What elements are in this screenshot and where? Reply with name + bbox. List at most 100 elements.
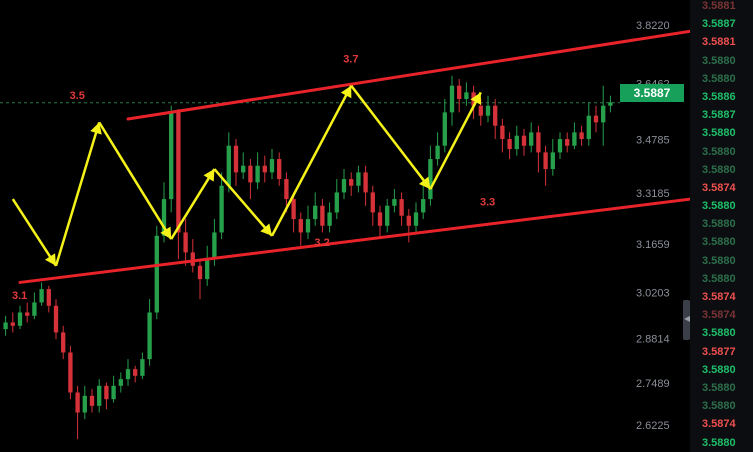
candle-body	[572, 132, 577, 146]
candle-body	[529, 132, 534, 146]
candle-body	[514, 135, 519, 150]
candle-body	[17, 312, 23, 326]
candle-body	[485, 105, 491, 116]
candle-body	[356, 172, 361, 186]
zigzag-segment	[11, 198, 58, 267]
candle-body	[298, 219, 303, 233]
trade-price-row: 3.5881	[702, 36, 736, 49]
candle-body	[442, 112, 447, 146]
trade-price-row: 3.5880	[702, 218, 736, 231]
candle-body	[349, 179, 354, 186]
upper-channel-trendline	[126, 20, 749, 121]
candle-body	[248, 165, 253, 183]
candle-body	[147, 312, 152, 360]
trade-price-row: 3.5880	[702, 272, 736, 285]
trade-price-row: 3.5874	[702, 181, 736, 194]
trade-price-row: 3.5880	[702, 163, 736, 176]
y-tick-label: 2.7489	[636, 378, 670, 390]
zigzag-segment	[270, 85, 353, 237]
trade-price-row: 3.5881	[702, 0, 736, 12]
candle-body	[507, 139, 512, 150]
candle-body	[97, 385, 102, 406]
trade-price-row: 3.5880	[702, 400, 736, 413]
y-tick-label: 3.8220	[636, 20, 670, 32]
trade-price-row: 3.5880	[702, 236, 736, 249]
candle-body	[601, 105, 606, 123]
candle-body	[550, 152, 555, 170]
price-annotation-label: 3.1	[12, 290, 27, 302]
candle-body	[255, 165, 260, 183]
zigzag-arrowhead	[418, 176, 431, 190]
candle-body	[75, 392, 80, 413]
candle-body	[219, 185, 224, 233]
y-tick-label: 2.8814	[636, 334, 670, 346]
candle-body	[428, 159, 433, 200]
candle-body	[313, 205, 318, 220]
candle-body	[320, 205, 325, 226]
price-chart[interactable]: 3.82203.64623.47853.31853.16593.02032.88…	[0, 0, 753, 452]
candle-body	[565, 139, 570, 146]
candle-body	[233, 145, 239, 173]
panel-collapse-handle[interactable]: ◀	[683, 300, 690, 340]
candle-body	[169, 112, 174, 200]
candle-body	[183, 232, 188, 253]
candle-body	[406, 215, 411, 226]
price-annotation-label: 3.5	[70, 90, 85, 102]
candle-body	[277, 159, 282, 180]
candle-body	[521, 135, 527, 146]
candle-body	[413, 212, 419, 226]
candle-body	[197, 265, 203, 280]
trade-price-row: 3.5874	[702, 309, 736, 322]
y-tick-label: 2.6225	[636, 420, 670, 432]
candle-body	[176, 112, 181, 233]
candle-body	[262, 165, 267, 173]
price-annotation-label: 3.7	[343, 53, 358, 65]
candle-body	[61, 332, 66, 353]
candle-body	[557, 139, 563, 153]
candle-body	[125, 369, 131, 380]
trade-price-row: 3.5880	[702, 72, 736, 85]
candle-body	[284, 179, 289, 200]
trade-price-row: 3.5880	[702, 54, 736, 67]
lower-channel-trendline	[18, 189, 753, 284]
candle-body	[118, 379, 123, 386]
candle-body	[226, 145, 231, 186]
candle-body	[89, 395, 95, 406]
y-tick-label: 3.0203	[636, 287, 670, 299]
trade-price-row: 3.5874	[702, 291, 736, 303]
candle-body	[593, 115, 599, 123]
candle-body	[449, 85, 455, 113]
candle-body	[579, 132, 584, 140]
candle-body	[341, 179, 347, 193]
candle-body	[305, 219, 311, 233]
candle-body	[154, 235, 159, 313]
candle-body	[421, 199, 426, 213]
y-tick-label: 3.4785	[636, 135, 670, 147]
candle-body	[25, 312, 30, 316]
candle-body	[370, 192, 375, 213]
y-tick-label: 3.1659	[636, 239, 670, 251]
candle-body	[53, 305, 59, 333]
candle-body	[435, 145, 440, 160]
trade-price-row: 3.5874	[702, 418, 736, 431]
trade-price-row: 3.5886	[702, 90, 736, 103]
recent-trades-panel: 3.5881 3.5887 3.5881 3.5880 3.5880 3.5886 3.58…	[690, 0, 753, 452]
candle-body	[327, 212, 332, 226]
candle-body	[133, 369, 138, 376]
candle-body	[205, 259, 210, 280]
zigzag-segment	[98, 121, 173, 240]
candle-body	[500, 125, 505, 140]
candle-body	[104, 385, 109, 400]
trade-price-row: 3.5880	[702, 254, 736, 267]
zigzag-segment	[350, 84, 432, 190]
trade-price-row: 3.5880	[702, 145, 736, 158]
candle-body	[269, 159, 275, 173]
candle-body	[212, 232, 217, 260]
price-annotation-label: 3.3	[480, 197, 495, 209]
trade-price-row: 3.5877	[702, 345, 736, 358]
candle-body	[543, 152, 548, 170]
candle-body	[363, 172, 368, 193]
candle-body	[190, 252, 195, 266]
price-annotation-label: 3.2	[314, 237, 329, 249]
candle-body	[82, 395, 87, 413]
